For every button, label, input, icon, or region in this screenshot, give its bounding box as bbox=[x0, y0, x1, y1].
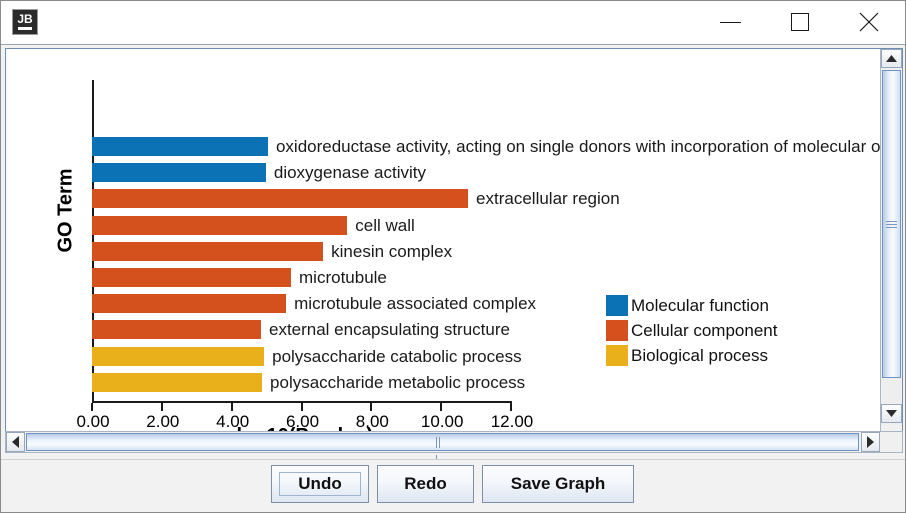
x-tick-label: 0.00 bbox=[76, 412, 110, 431]
bar-label: polysaccharide metabolic process bbox=[270, 372, 526, 392]
bar-label: dioxygenase activity bbox=[273, 163, 427, 183]
legend-label: Biological process bbox=[631, 346, 769, 365]
legend-swatch bbox=[606, 345, 628, 366]
bar[interactable] bbox=[92, 241, 324, 261]
vertical-scroll-thumb[interactable] bbox=[882, 70, 901, 378]
x-tick bbox=[230, 403, 233, 411]
bar-label: oxidoreductase activity, acting on singl… bbox=[275, 137, 880, 156]
maximize-button[interactable] bbox=[777, 1, 823, 44]
x-tick-label: 6.00 bbox=[285, 412, 320, 431]
app-icon-underline bbox=[18, 27, 32, 30]
x-tick bbox=[510, 403, 512, 411]
bar-label: extracellular region bbox=[476, 189, 620, 209]
x-tick bbox=[91, 403, 93, 411]
bar[interactable] bbox=[92, 268, 292, 287]
bar[interactable] bbox=[92, 346, 265, 366]
triangle-up-icon bbox=[886, 55, 897, 62]
bar-label: cell wall bbox=[355, 215, 415, 235]
x-tick bbox=[370, 403, 373, 411]
bar-label: microtubule bbox=[299, 268, 387, 287]
bar-label: microtubule associated complex bbox=[294, 294, 537, 314]
scroll-thumb-grip-h bbox=[436, 437, 444, 466]
legend-swatch bbox=[606, 295, 628, 316]
app-icon-text: JB bbox=[17, 12, 33, 26]
bar-label: kinesin complex bbox=[331, 241, 453, 261]
bar-label: polysaccharide catabolic process bbox=[272, 346, 522, 366]
scroll-down-arrow[interactable] bbox=[881, 404, 902, 423]
redo-button[interactable]: Redo bbox=[377, 465, 474, 503]
y-axis-title: GO Term bbox=[54, 168, 77, 253]
save-graph-button-label: Save Graph bbox=[510, 474, 606, 493]
bar[interactable] bbox=[92, 372, 263, 392]
x-tick-label: 2.00 bbox=[146, 412, 180, 431]
bar-label: external encapsulating structure bbox=[268, 320, 510, 340]
x-tick-label: 12.00 bbox=[490, 412, 534, 431]
triangle-right-icon bbox=[867, 436, 874, 448]
minimize-button[interactable] bbox=[708, 1, 754, 44]
save-graph-button[interactable]: Save Graph bbox=[482, 465, 634, 503]
bar[interactable] bbox=[92, 189, 469, 209]
x-tick bbox=[300, 403, 303, 411]
triangle-down-icon bbox=[886, 410, 897, 417]
horizontal-scrollbar[interactable] bbox=[5, 431, 903, 466]
scroll-thumb-grip bbox=[886, 221, 897, 228]
maximize-icon bbox=[791, 13, 809, 31]
triangle-left-icon bbox=[12, 436, 19, 448]
scroll-right-arrow[interactable] bbox=[861, 432, 880, 452]
close-button[interactable] bbox=[846, 1, 892, 44]
vertical-scroll-track[interactable] bbox=[882, 379, 901, 403]
application-window: JB GO Term -log10(P-value) 0.002.004.006… bbox=[0, 0, 906, 513]
bar[interactable] bbox=[92, 163, 266, 183]
minimize-icon bbox=[720, 22, 741, 23]
go-term-bar-chart: GO Term -log10(P-value) 0.002.004.006.00… bbox=[6, 49, 880, 451]
undo-button-label: Undo bbox=[298, 474, 342, 493]
x-tick-label: 4.00 bbox=[216, 412, 250, 431]
close-icon bbox=[859, 12, 879, 32]
undo-button[interactable]: Undo bbox=[271, 465, 369, 503]
bar[interactable] bbox=[92, 320, 261, 340]
horizontal-scroll-thumb[interactable] bbox=[26, 433, 859, 466]
scroll-left-arrow[interactable] bbox=[6, 432, 25, 452]
title-bar: JB bbox=[1, 1, 905, 45]
x-tick-label: 8.00 bbox=[355, 412, 389, 431]
chart-panel: GO Term -log10(P-value) 0.002.004.006.00… bbox=[5, 48, 903, 452]
scroll-up-arrow[interactable] bbox=[881, 49, 902, 68]
bar[interactable] bbox=[92, 215, 348, 235]
x-tick bbox=[160, 403, 163, 411]
legend-label: Cellular component bbox=[631, 321, 778, 340]
x-tick bbox=[440, 403, 443, 411]
bar[interactable] bbox=[92, 294, 287, 314]
redo-button-label: Redo bbox=[404, 474, 447, 493]
jb-app-icon: JB bbox=[12, 9, 38, 35]
legend-label: Molecular function bbox=[631, 296, 769, 315]
bar[interactable] bbox=[92, 137, 268, 156]
action-button-bar: Undo Redo Save Graph bbox=[1, 459, 905, 512]
x-tick-label: 10.00 bbox=[420, 412, 464, 431]
vertical-scrollbar[interactable] bbox=[880, 49, 902, 451]
legend-swatch bbox=[606, 320, 628, 341]
chart-canvas[interactable]: GO Term -log10(P-value) 0.002.004.006.00… bbox=[6, 49, 880, 451]
